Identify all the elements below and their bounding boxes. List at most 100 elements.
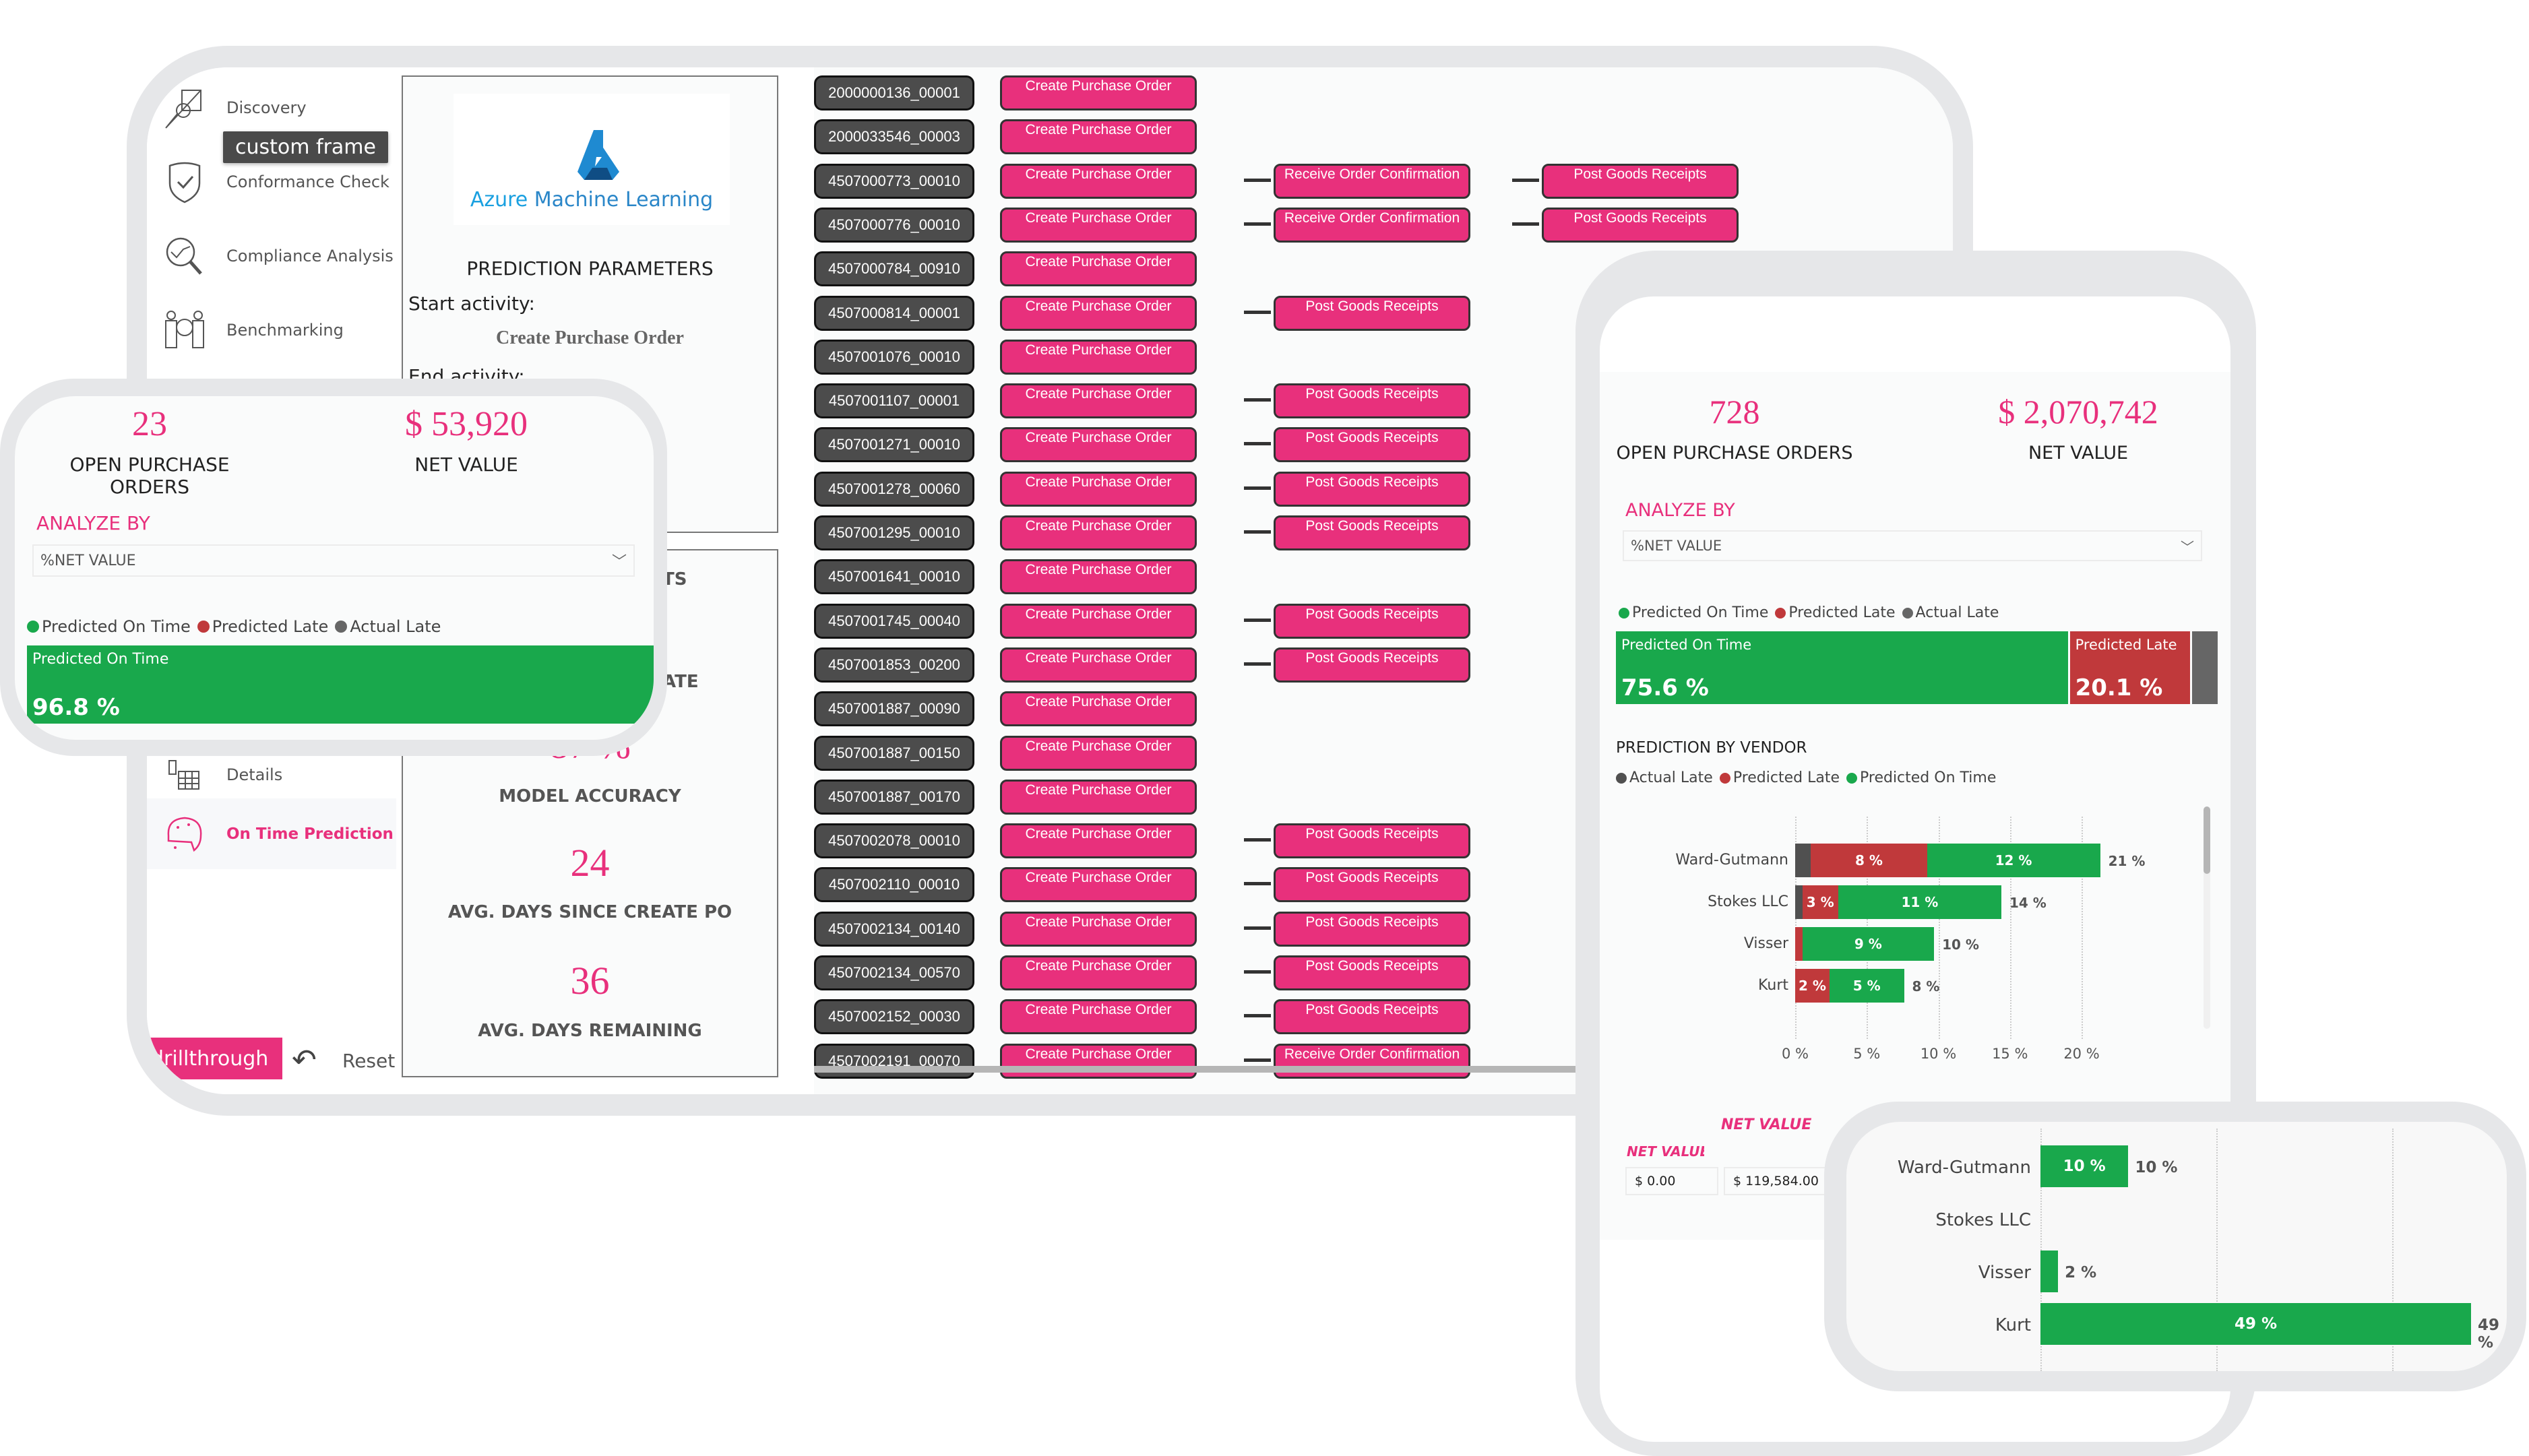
- activity-node[interactable]: Post Goods Receipts: [1274, 603, 1470, 639]
- analyze-by-dropdown[interactable]: %NET VALUE ﹀: [1623, 530, 2202, 561]
- case-id-badge[interactable]: 4507000776_00010: [814, 207, 974, 243]
- activity-node[interactable]: Post Goods Receipts: [1542, 207, 1739, 243]
- case-id-badge[interactable]: 2000033546_00003: [814, 119, 974, 155]
- case-id-badge[interactable]: 4507001278_00060: [814, 471, 974, 507]
- case-id-badge[interactable]: 4507002152_00030: [814, 999, 974, 1035]
- activity-node[interactable]: Create Purchase Order: [1000, 603, 1197, 639]
- case-id-badge[interactable]: 4507002078_00010: [814, 823, 974, 859]
- activity-node[interactable]: Create Purchase Order: [1000, 207, 1197, 243]
- case-id-badge[interactable]: 4507002134_00570: [814, 955, 974, 990]
- horizontal-scrollbar[interactable]: [814, 1066, 1589, 1073]
- bar-segment[interactable]: 12 %: [1927, 844, 2100, 877]
- bar-segment[interactable]: 2 %: [1795, 969, 1830, 1003]
- net-value-min-input[interactable]: $ 0.00: [1625, 1167, 1718, 1195]
- activity-node[interactable]: Receive Order Confirmation: [1274, 163, 1470, 199]
- activity-node[interactable]: Create Purchase Order: [1000, 999, 1197, 1035]
- activity-node[interactable]: Create Purchase Order: [1000, 955, 1197, 990]
- activity-node[interactable]: Create Purchase Order: [1000, 779, 1197, 815]
- activity-node[interactable]: Create Purchase Order: [1000, 647, 1197, 683]
- activity-node[interactable]: Create Purchase Order: [1000, 867, 1197, 903]
- activity-node[interactable]: Create Purchase Order: [1000, 559, 1197, 595]
- activity-node[interactable]: Post Goods Receipts: [1542, 163, 1739, 199]
- case-id-badge[interactable]: 4507001887_00090: [814, 691, 974, 727]
- activity-node[interactable]: Post Goods Receipts: [1274, 911, 1470, 947]
- sidebar-item-on-time-prediction[interactable]: On Time Prediction: [147, 798, 396, 869]
- case-id-badge[interactable]: 4507002110_00010: [814, 867, 974, 903]
- activity-node[interactable]: Receive Order Confirmation: [1274, 207, 1470, 243]
- bar-segment[interactable]: [2040, 1251, 2059, 1292]
- legend-item: Actual Late: [1902, 604, 1999, 621]
- reset-button[interactable]: Reset: [342, 1050, 395, 1072]
- activity-node[interactable]: Create Purchase Order: [1000, 691, 1197, 727]
- activity-node[interactable]: Post Goods Receipts: [1274, 471, 1470, 507]
- legend-dot: [1846, 772, 1857, 784]
- activity-node[interactable]: Create Purchase Order: [1000, 515, 1197, 550]
- case-id-badge[interactable]: 4507000773_00010: [814, 163, 974, 199]
- bar-segment[interactable]: 11 %: [1838, 885, 2001, 919]
- case-id-badge[interactable]: 2000000136_00001: [814, 75, 974, 110]
- bar-segment[interactable]: 8 %: [1811, 844, 1927, 877]
- vertical-scrollbar[interactable]: [2204, 806, 2210, 1029]
- case-id-badge[interactable]: 4507000784_00910: [814, 251, 974, 287]
- case-id-badge[interactable]: 4507002134_00140: [814, 911, 974, 947]
- activity-node[interactable]: Create Purchase Order: [1000, 119, 1197, 155]
- flow-connector: [1244, 618, 1271, 622]
- sidebar-item-compliance-analysis[interactable]: Compliance Analysis: [160, 222, 396, 290]
- brain-icon: [160, 810, 209, 858]
- case-id-badge[interactable]: 4507001295_00010: [814, 515, 974, 550]
- activity-node[interactable]: Create Purchase Order: [1000, 735, 1197, 771]
- stack-segment[interactable]: Predicted On Time 75.6 %: [1616, 631, 2068, 704]
- case-id-badge[interactable]: 4507001853_00200: [814, 647, 974, 683]
- activity-node[interactable]: Post Goods Receipts: [1274, 515, 1470, 550]
- flow-connector: [1244, 926, 1271, 930]
- activity-node[interactable]: Create Purchase Order: [1000, 163, 1197, 199]
- activity-node[interactable]: Create Purchase Order: [1000, 911, 1197, 947]
- activity-node[interactable]: Post Goods Receipts: [1274, 955, 1470, 990]
- bar-segment[interactable]: [1795, 844, 1811, 877]
- activity-node[interactable]: Post Goods Receipts: [1274, 823, 1470, 859]
- case-id-badge[interactable]: 4507001887_00150: [814, 735, 974, 771]
- bar-segment[interactable]: 5 %: [1830, 969, 1904, 1003]
- flow-row: 2000000136_00001 Create Purchase Order: [814, 75, 1757, 110]
- undo-icon[interactable]: ↶: [292, 1043, 317, 1077]
- scrollbar-thumb[interactable]: [2204, 806, 2210, 874]
- bar-segment[interactable]: 9 %: [1802, 927, 1935, 961]
- activity-node[interactable]: Post Goods Receipts: [1274, 295, 1470, 331]
- flow-connector: [1244, 398, 1271, 402]
- stack-segment[interactable]: Predicted On Time 96.8 %: [27, 645, 654, 724]
- analyze-by-dropdown[interactable]: %NET VALUE ﹀: [32, 544, 635, 577]
- bar-total-label: 10 %: [2135, 1159, 2178, 1176]
- activity-node[interactable]: Create Purchase Order: [1000, 823, 1197, 859]
- case-id-badge[interactable]: 4507001745_00040: [814, 603, 974, 639]
- bar-segment[interactable]: [1795, 927, 1803, 961]
- activity-node[interactable]: Create Purchase Order: [1000, 75, 1197, 110]
- activity-node[interactable]: Create Purchase Order: [1000, 295, 1197, 331]
- activity-node[interactable]: Create Purchase Order: [1000, 1043, 1197, 1079]
- activity-node[interactable]: Post Goods Receipts: [1274, 383, 1470, 419]
- activity-node[interactable]: Create Purchase Order: [1000, 251, 1197, 287]
- case-id-badge[interactable]: 4507001076_00010: [814, 339, 974, 375]
- bar-segment[interactable]: 10 %: [2040, 1145, 2129, 1187]
- case-id-badge[interactable]: 4507002191_00070: [814, 1043, 974, 1079]
- activity-node[interactable]: Post Goods Receipts: [1274, 427, 1470, 463]
- bar-segment[interactable]: [1795, 885, 1803, 919]
- case-id-badge[interactable]: 4507001887_00170: [814, 779, 974, 815]
- activity-node[interactable]: Create Purchase Order: [1000, 471, 1197, 507]
- bar-segment[interactable]: 49 %: [2040, 1303, 2471, 1345]
- case-id-badge[interactable]: 4507001107_00001: [814, 383, 974, 419]
- case-id-badge[interactable]: 4507001271_00010: [814, 427, 974, 463]
- case-id-badge[interactable]: 4507000814_00001: [814, 295, 974, 331]
- stack-segment[interactable]: [2191, 631, 2218, 704]
- activity-node[interactable]: Create Purchase Order: [1000, 339, 1197, 375]
- activity-node[interactable]: Post Goods Receipts: [1274, 647, 1470, 683]
- drillthrough-button[interactable]: drillthrough: [147, 1038, 282, 1079]
- sidebar-item-benchmarking[interactable]: Benchmarking: [160, 296, 396, 364]
- bar-segment[interactable]: 3 %: [1802, 885, 1838, 919]
- activity-node[interactable]: Create Purchase Order: [1000, 383, 1197, 419]
- stack-segment[interactable]: Predicted Late 20.1 %: [2069, 631, 2190, 704]
- case-id-badge[interactable]: 4507001641_00010: [814, 559, 974, 595]
- activity-node[interactable]: Create Purchase Order: [1000, 427, 1197, 463]
- activity-node[interactable]: Receive Order Confirmation: [1274, 1043, 1470, 1079]
- activity-node[interactable]: Post Goods Receipts: [1274, 867, 1470, 903]
- activity-node[interactable]: Post Goods Receipts: [1274, 999, 1470, 1035]
